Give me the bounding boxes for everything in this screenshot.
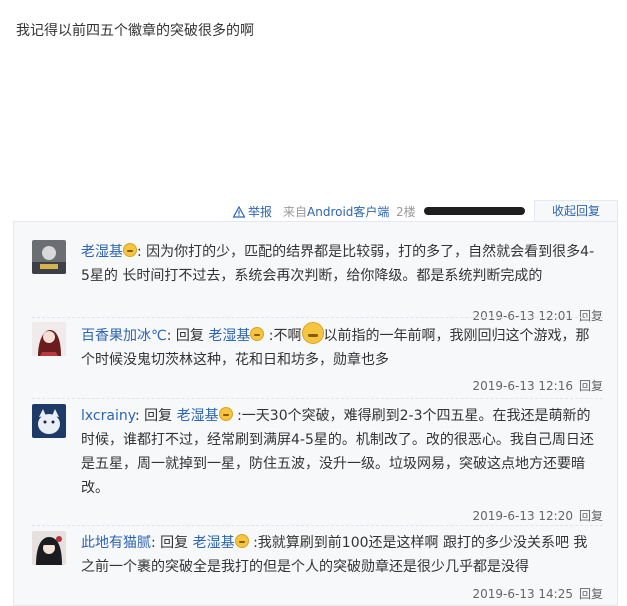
source-prefix: 来自 [283,205,308,219]
collapse-replies-button[interactable]: 收起回复 [534,200,618,222]
reply-username[interactable]: 老湿基 [81,244,123,260]
reply-prefix: : 回复 [135,408,177,424]
reply-button[interactable]: 回复 [579,587,603,601]
reply-body: 此地有猫腻: 回复 老湿基 :我就算刷到前100还是这样啊 跟打的多少没关系吧 … [81,531,599,579]
redacted-timestamp [424,207,525,215]
reply-divider [32,525,603,526]
reply-time: 2019-6-13 12:16 [472,379,573,393]
reply-text: : 因为你打的少，匹配的结界都是比较弱，打的多了，自然就会看到很多4-5星的 长… [81,244,595,284]
avatar[interactable] [32,322,66,356]
reply-body: lxcrainy: 回复 老湿基 :一天30个突破，难得刷到2-3个四五星。在我… [81,404,599,500]
reply-button[interactable]: 回复 [579,509,603,523]
smile-emoji-icon [250,327,265,341]
reply-meta: 2019-6-13 14:25 回复 [472,585,603,602]
report-link[interactable]: 举报 [233,203,272,220]
avatar[interactable] [32,404,66,438]
report-label: 举报 [248,205,273,219]
reply-body: 百香果加冰℃: 回复 老湿基 :不啊 以前指的一年前啊，我刚回归这个游戏，那个时候… [81,322,599,372]
source-client-link[interactable]: Android客户端 [307,205,389,219]
reply-button[interactable]: 回复 [579,379,603,393]
reply-time: 2019-6-13 12:01 [472,309,573,323]
smile-emoji-icon [218,407,233,421]
laugh-emoji-icon [301,322,324,344]
source-info: 来自Android客户端 [283,203,389,220]
reply-divider [32,317,603,318]
reply-meta: 2019-6-13 12:16 回复 [472,377,603,394]
floor-number: 2楼 [396,205,416,219]
reply-text: :不啊 [264,328,302,344]
reply-target-username[interactable]: 老湿基 [177,408,219,424]
reply-username[interactable]: 百香果加冰℃ [81,328,167,344]
reply-username[interactable]: lxcrainy [81,408,135,424]
post-tail: 举报 来自Android客户端 2楼 收起回复 [0,200,627,222]
reply-username[interactable]: 此地有猫腻 [81,535,151,551]
reply-meta: 2019-6-13 12:20 回复 [472,507,603,524]
reply-prefix: : 回复 [166,328,209,344]
reply-target-username[interactable]: 老湿基 [193,535,235,551]
post-content: 我记得以前四五个徽章的突破很多的啊 [16,23,254,39]
reply-prefix: : 回复 [151,535,193,551]
reply-time: 2019-6-13 12:20 [472,509,573,523]
reply-target-username[interactable]: 老湿基 [208,328,250,344]
reply-button[interactable]: 回复 [579,309,603,323]
reply-body: 老湿基: 因为你打的少，匹配的结界都是比较弱，打的多了，自然就会看到很多4-5星… [81,240,599,288]
reply-divider [32,398,603,399]
reply-time: 2019-6-13 14:25 [472,587,573,601]
smile-emoji-icon [234,534,249,548]
warning-icon [233,205,245,218]
avatar[interactable] [32,531,66,565]
reply-panel: 老湿基: 因为你打的少，匹配的结界都是比较弱，打的多了，自然就会看到很多4-5星… [13,221,618,606]
avatar[interactable] [32,240,66,274]
smile-emoji-icon [123,243,137,257]
